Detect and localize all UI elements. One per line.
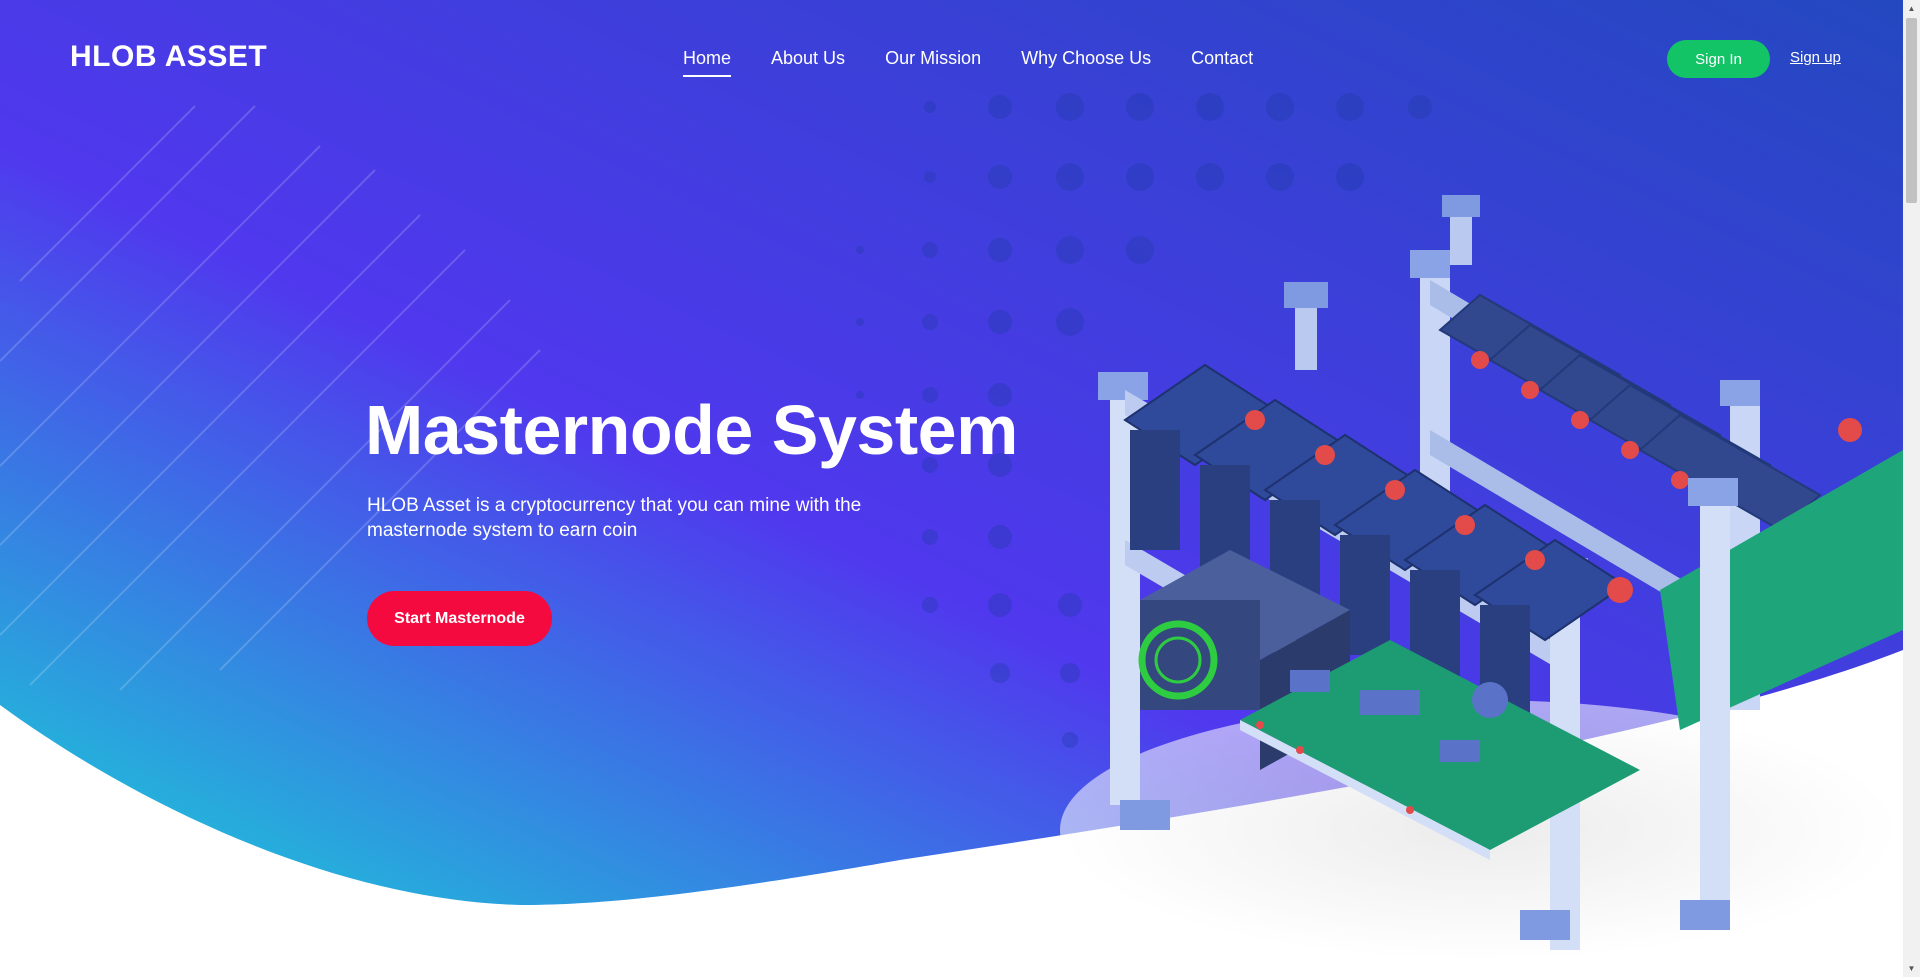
nav-contact[interactable]: Contact xyxy=(1191,48,1253,77)
sign-up-link[interactable]: Sign up xyxy=(1790,49,1841,66)
start-masternode-button[interactable]: Start Masternode xyxy=(367,591,552,646)
hero-title: Masternode System xyxy=(365,391,1018,469)
brand-logo[interactable]: HLOB ASSET xyxy=(70,40,267,74)
nav-our-mission[interactable]: Our Mission xyxy=(885,48,981,77)
mining-rig-illustration xyxy=(1098,195,1903,950)
nav-home[interactable]: Home xyxy=(683,48,732,77)
triangle-up-icon[interactable]: ▲ xyxy=(1903,0,1920,17)
site-header: HLOB ASSET Home About Us Our Mission Why… xyxy=(0,0,1903,116)
hero-subtitle: HLOB Asset is a cryptocurrency that you … xyxy=(367,495,862,541)
main-nav: Home About Us Our Mission Why Choose Us … xyxy=(683,48,1253,77)
triangle-down-icon[interactable]: ▼ xyxy=(1903,960,1920,977)
nav-about-us[interactable]: About Us xyxy=(771,48,845,77)
scroll-thumb[interactable] xyxy=(1906,18,1917,203)
sign-in-button[interactable]: Sign In xyxy=(1667,40,1770,78)
page-scrollbar[interactable]: ▲ ▼ xyxy=(1903,0,1920,977)
nav-why-choose-us[interactable]: Why Choose Us xyxy=(1021,48,1151,77)
